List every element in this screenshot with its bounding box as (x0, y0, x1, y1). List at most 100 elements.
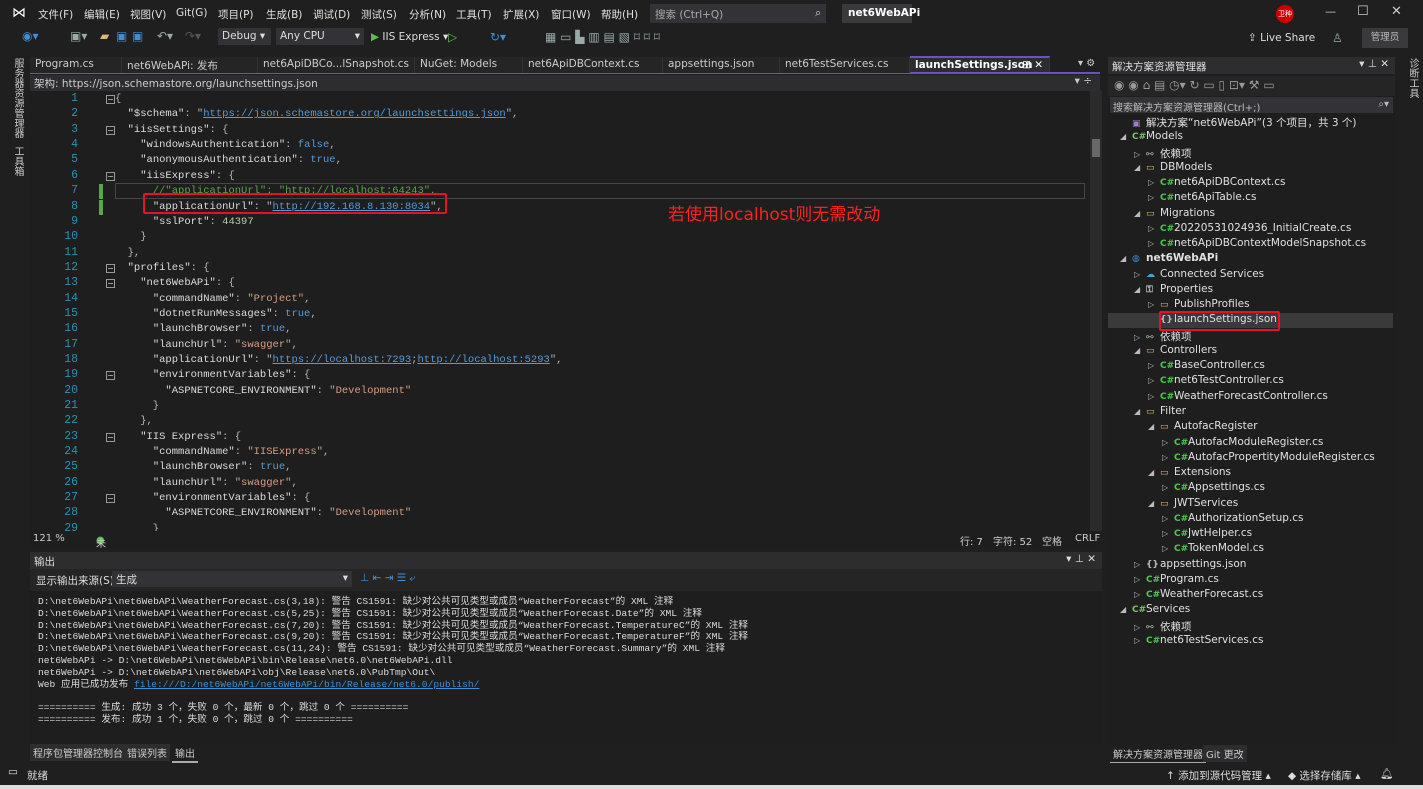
fold-toggle-icon[interactable]: − (106, 432, 115, 442)
configuration-select[interactable]: Debug ▾ (218, 28, 271, 45)
tree-item[interactable]: ◢ ▭ AutofacRegister (1148, 420, 1258, 435)
redo-icon[interactable]: ↷▾ (185, 29, 201, 43)
tab-solution-panel[interactable]: 解决方案资源管理器 (1110, 745, 1206, 764)
menu-item[interactable]: 生成(B) (266, 7, 302, 22)
expanded-arrow-icon[interactable]: ◢ (1134, 407, 1146, 416)
collapsed-arrow-icon[interactable]: ▷ (1134, 333, 1146, 342)
tree-item[interactable]: ◢ ▭ DBModels (1134, 161, 1212, 176)
menu-item[interactable]: 编辑(E) (84, 7, 120, 22)
tree-item[interactable]: ▣ 解决方案“net6WebAPi”(3 个项目，共 3 个) (1120, 115, 1356, 130)
zoom-level[interactable]: 121 % (33, 533, 65, 544)
collapsed-arrow-icon[interactable]: ▷ (1162, 544, 1174, 553)
panel-controls-icon[interactable]: ▾ ⊥ ✕ (1359, 58, 1389, 70)
expanded-arrow-icon[interactable]: ◢ (1134, 346, 1146, 355)
expanded-arrow-icon[interactable]: ◢ (1148, 422, 1160, 431)
tree-item[interactable]: ▷ C#AutofacPropertityModuleRegister.cs (1162, 451, 1375, 466)
tree-item[interactable]: ▷ C#TokenModel.cs (1162, 542, 1264, 557)
publish-link[interactable]: file:///D:/net6WebAPi/net6WebAPi/bin/Rel… (134, 679, 479, 690)
code-link[interactable]: http://localhost:5293 (417, 354, 549, 366)
code-link[interactable]: https://json.schemastore.org/launchsetti… (203, 108, 505, 120)
indent-mode[interactable]: 空格 (1042, 533, 1062, 548)
se-toolbar-icons[interactable]: ◉ ◉ ⌂ ▤ ◷▾ ↻ ▭ ▯ ⊡▾ ⚒ ▭ (1114, 78, 1275, 92)
fold-toggle-icon[interactable]: − (106, 263, 115, 273)
collapsed-arrow-icon[interactable]: ▷ (1134, 150, 1146, 159)
save-all-icon[interactable]: ▣ (132, 29, 143, 43)
user-avatar[interactable]: 卫种 (1276, 5, 1294, 23)
output-text[interactable]: D:\net6WebAPi\net6WebAPi\WeatherForecast… (38, 596, 748, 726)
menu-item[interactable]: 测试(S) (361, 7, 397, 22)
tab-document[interactable]: net6TestServices.cs (780, 57, 910, 73)
toolbox-tab[interactable]: 工具箱 (10, 146, 25, 176)
tree-item[interactable]: ◢ C#Models (1120, 130, 1183, 145)
code-link[interactable]: https://localhost:7293 (273, 354, 412, 366)
toolbar-icons[interactable]: ▦ ▭ ▙ ▥ ▤ ▧ ⌑ ⌑ ⌑ (545, 30, 660, 44)
tree-item[interactable]: ▷ C#JwtHelper.cs (1162, 527, 1252, 542)
menu-item[interactable]: 项目(P) (218, 7, 254, 22)
expanded-arrow-icon[interactable]: ◢ (1120, 605, 1132, 614)
output-tools-icons[interactable]: ⊥ ⇤ ⇥ ☰ ⤶ (360, 572, 415, 585)
tree-item[interactable]: ◢ C#Services (1120, 603, 1190, 618)
fold-toggle-icon[interactable]: − (106, 171, 115, 181)
collapsed-arrow-icon[interactable]: ▷ (1162, 453, 1174, 462)
tab-bottom-panel[interactable]: 错误列表 (124, 744, 170, 761)
tree-item[interactable]: ◢ ▭ Extensions (1148, 466, 1231, 481)
tree-item[interactable]: ▷ ⚯ 依赖项 (1134, 146, 1192, 161)
expanded-arrow-icon[interactable]: ◢ (1148, 468, 1160, 477)
back-icon[interactable]: ◉▾ (22, 29, 39, 43)
refresh-icon[interactable]: ↻▾ (490, 30, 506, 44)
open-folder-icon[interactable]: ▰ (100, 29, 109, 43)
expanded-arrow-icon[interactable]: ◢ (1148, 499, 1160, 508)
schema-url[interactable]: https://json.schemastore.org/launchsetti… (62, 78, 318, 90)
fold-toggle-icon[interactable]: − (106, 494, 115, 504)
save-icon[interactable]: ▣ (116, 29, 127, 43)
menu-item[interactable]: 调试(D) (313, 7, 350, 22)
expanded-arrow-icon[interactable]: ◢ (1134, 285, 1146, 294)
fold-toggle-icon[interactable]: − (106, 95, 115, 104)
select-repo-button[interactable]: ◆ 选择存储库 ▴ (1288, 768, 1361, 783)
tab-bottom-panel[interactable]: 程序包管理器控制台 (30, 744, 126, 761)
tab-document[interactable]: net6ApiDBCo...lSnapshot.cs (258, 57, 415, 73)
collapsed-arrow-icon[interactable]: ▷ (1148, 193, 1160, 202)
maximize-icon[interactable]: ☐ (1357, 4, 1369, 19)
collapsed-arrow-icon[interactable]: ▷ (1148, 239, 1160, 248)
menu-item[interactable]: 视图(V) (130, 7, 166, 22)
diagnostics-tab[interactable]: 诊断工具 (1405, 58, 1420, 98)
collapsed-arrow-icon[interactable]: ▷ (1148, 224, 1160, 233)
live-share-button[interactable]: ⇪ Live Share (1248, 32, 1315, 44)
tab-document[interactable]: NuGet: Models (415, 57, 523, 73)
collapsed-arrow-icon[interactable]: ▷ (1134, 575, 1146, 584)
collapsed-arrow-icon[interactable]: ▷ (1162, 529, 1174, 538)
tree-item[interactable]: ▷ C#Appsettings.cs (1162, 481, 1265, 496)
tree-item[interactable]: ▷ C#AuthorizationSetup.cs (1162, 512, 1303, 527)
scrollbar-thumb[interactable] (1092, 139, 1100, 157)
tree-item[interactable]: ▷ ⚯ 依赖项 (1134, 619, 1192, 634)
feedback-icon[interactable]: ♙ (1332, 31, 1343, 45)
bell-icon[interactable]: 🔔︎ (1380, 767, 1393, 780)
collapsed-arrow-icon[interactable]: ▷ (1148, 300, 1160, 309)
tab-document[interactable]: net6ApiDBContext.cs (523, 57, 663, 73)
platform-select[interactable]: Any CPU ▾ (276, 28, 364, 45)
new-project-icon[interactable]: ▣▾ (70, 29, 87, 43)
tree-item[interactable]: ▷ C#net6TestController.cs (1148, 374, 1284, 389)
tree-item[interactable]: ▷ C#net6ApiTable.cs (1148, 191, 1256, 206)
tree-item[interactable]: ◢ ◍ net6WebAPi (1120, 252, 1218, 267)
menu-item[interactable]: Git(G) (176, 7, 208, 19)
tree-item[interactable]: ▷ C#net6ApiDBContextModelSnapshot.cs (1148, 237, 1366, 252)
run-button[interactable]: ▶ IIS Express ▾ (371, 31, 448, 43)
split-icon[interactable]: ▾ ÷ (1075, 75, 1092, 87)
tree-item[interactable]: ◢ ▭ Controllers (1134, 344, 1217, 359)
tab-solution-panel[interactable]: Git 更改 (1203, 745, 1247, 762)
output-source-select[interactable]: 生成 ▾ (112, 571, 352, 587)
collapsed-arrow-icon[interactable]: ▷ (1148, 376, 1160, 385)
start-without-debug-icon[interactable]: ▷ (448, 30, 457, 44)
close-icon[interactable]: ✕ (1391, 4, 1402, 19)
collapsed-arrow-icon[interactable]: ▷ (1134, 560, 1146, 569)
tab-document[interactable]: launchSettings.json ⊞ ✕ (910, 56, 1050, 72)
fold-toggle-icon[interactable]: − (106, 279, 115, 289)
tree-item[interactable]: ▷ C#WeatherForecastController.cs (1148, 390, 1328, 405)
menu-item[interactable]: 帮助(H) (601, 7, 638, 22)
expanded-arrow-icon[interactable]: ◢ (1120, 254, 1132, 263)
menu-item[interactable]: 分析(N) (409, 7, 446, 22)
collapsed-arrow-icon[interactable]: ▷ (1134, 623, 1146, 632)
collapsed-arrow-icon[interactable]: ▷ (1162, 438, 1174, 447)
